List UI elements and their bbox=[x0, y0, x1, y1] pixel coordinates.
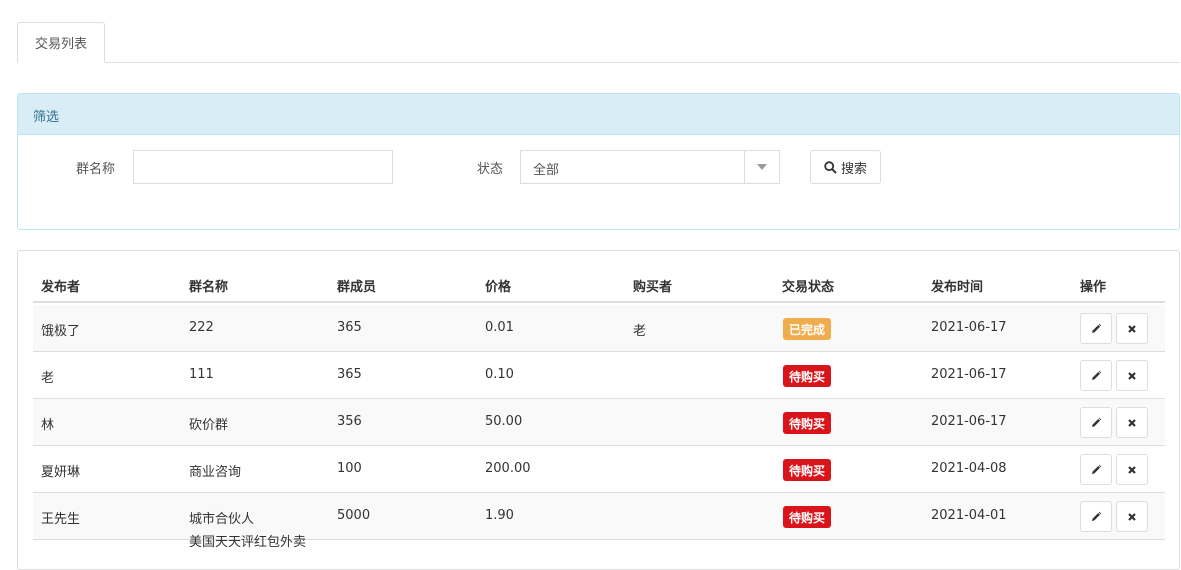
delete-button[interactable] bbox=[1116, 454, 1148, 485]
delete-button[interactable] bbox=[1116, 407, 1148, 438]
cell-publish-time: 2021-06-17 bbox=[931, 320, 1007, 335]
th-buyer: 购买者 bbox=[633, 280, 673, 295]
filter-panel: 筛选 群名称 状态 全部 搜索 bbox=[17, 93, 1180, 230]
cell-members: 356 bbox=[337, 414, 362, 429]
cell-group-name: 商业咨询 bbox=[189, 465, 242, 480]
group-name-label: 群名称 bbox=[76, 162, 116, 177]
cell-price: 1.90 bbox=[485, 508, 514, 523]
search-icon bbox=[824, 160, 837, 174]
cell-members: 365 bbox=[337, 320, 362, 335]
delete-button[interactable] bbox=[1116, 313, 1148, 344]
close-icon bbox=[1128, 512, 1136, 521]
close-icon bbox=[1128, 418, 1136, 427]
search-button-label: 搜索 bbox=[840, 161, 867, 177]
cell-buyer: 老 bbox=[633, 324, 647, 339]
th-price: 价格 bbox=[485, 280, 512, 295]
table-row: 饿极了 222 365 0.01 老 2021-06-17 已完成 bbox=[33, 305, 1165, 352]
cell-group-name: 城市合伙人 bbox=[189, 512, 255, 527]
th-publish-time: 发布时间 bbox=[931, 280, 984, 295]
cell-members: 365 bbox=[337, 367, 362, 382]
status-badge: 待购买 bbox=[783, 506, 832, 528]
cell-publisher: 饿极了 bbox=[41, 324, 81, 339]
edit-button[interactable] bbox=[1080, 501, 1112, 532]
cell-publisher: 林 bbox=[41, 418, 55, 433]
cell-price: 200.00 bbox=[485, 461, 531, 476]
group-name-input[interactable] bbox=[133, 150, 393, 184]
cell-members: 5000 bbox=[337, 508, 371, 523]
delete-button[interactable] bbox=[1116, 501, 1148, 532]
cell-members: 100 bbox=[337, 461, 362, 476]
edit-button[interactable] bbox=[1080, 407, 1112, 438]
cell-publish-time: 2021-06-17 bbox=[931, 414, 1007, 429]
cell-publish-time: 2021-04-08 bbox=[931, 461, 1007, 476]
th-group-name: 群名称 bbox=[189, 280, 229, 295]
cell-publish-time: 2021-04-01 bbox=[931, 508, 1007, 523]
pencil-icon bbox=[1092, 417, 1102, 427]
status-select[interactable]: 全部 bbox=[520, 150, 780, 184]
table-row: 林 砍价群 356 50.00 2021-06-17 待购买 bbox=[33, 399, 1165, 446]
close-icon bbox=[1128, 371, 1136, 380]
search-button[interactable]: 搜索 bbox=[810, 150, 881, 184]
cell-group-name: 美国天天评红包外卖 bbox=[189, 535, 307, 550]
pencil-icon bbox=[1092, 464, 1102, 474]
tab-trade-list[interactable]: 交易列表 bbox=[17, 22, 105, 63]
th-status: 交易状态 bbox=[782, 280, 835, 295]
cell-price: 0.01 bbox=[485, 320, 514, 335]
close-icon bbox=[1128, 324, 1136, 333]
delete-button[interactable] bbox=[1116, 360, 1148, 391]
chevron-down-icon bbox=[757, 164, 767, 170]
pencil-icon bbox=[1092, 323, 1102, 333]
cell-price: 0.10 bbox=[485, 367, 514, 382]
cell-publisher: 老 bbox=[41, 371, 55, 386]
table-row-partial: 美国天天评红包外卖 bbox=[33, 535, 1165, 569]
filter-heading: 筛选 bbox=[18, 94, 1179, 135]
table-panel: 发布者 群名称 群成员 价格 购买者 交易状态 发布时间 操作 饿极了 222 36… bbox=[17, 250, 1180, 570]
close-icon bbox=[1128, 465, 1136, 474]
table-row: 老 111 365 0.10 2021-06-17 待购买 bbox=[33, 352, 1165, 399]
cell-publisher: 王先生 bbox=[41, 512, 81, 527]
cell-group-name: 111 bbox=[189, 367, 214, 382]
status-label: 状态 bbox=[477, 162, 504, 177]
status-select-value: 全部 bbox=[533, 163, 560, 178]
cell-price: 50.00 bbox=[485, 414, 523, 429]
table-row: 夏妍琳 商业咨询 100 200.00 2021-04-08 待购买 bbox=[33, 446, 1165, 493]
pencil-icon bbox=[1092, 511, 1102, 521]
cell-group-name: 222 bbox=[189, 320, 214, 335]
pencil-icon bbox=[1092, 370, 1102, 380]
status-select-toggle[interactable] bbox=[744, 151, 779, 183]
cell-publish-time: 2021-06-17 bbox=[931, 367, 1007, 382]
cell-group-name: 砍价群 bbox=[189, 418, 229, 433]
cell-publisher: 夏妍琳 bbox=[41, 465, 81, 480]
edit-button[interactable] bbox=[1080, 360, 1112, 391]
status-badge: 待购买 bbox=[783, 365, 832, 387]
th-actions: 操作 bbox=[1080, 280, 1107, 295]
status-badge: 已完成 bbox=[783, 318, 832, 340]
table-header: 发布者 群名称 群成员 价格 购买者 交易状态 发布时间 操作 bbox=[33, 266, 1165, 303]
status-badge: 待购买 bbox=[783, 412, 832, 434]
tab-bar: 交易列表 bbox=[17, 22, 1180, 63]
th-members: 群成员 bbox=[337, 280, 377, 295]
status-badge: 待购买 bbox=[783, 459, 832, 481]
edit-button[interactable] bbox=[1080, 313, 1112, 344]
edit-button[interactable] bbox=[1080, 454, 1112, 485]
th-publisher: 发布者 bbox=[41, 280, 81, 295]
